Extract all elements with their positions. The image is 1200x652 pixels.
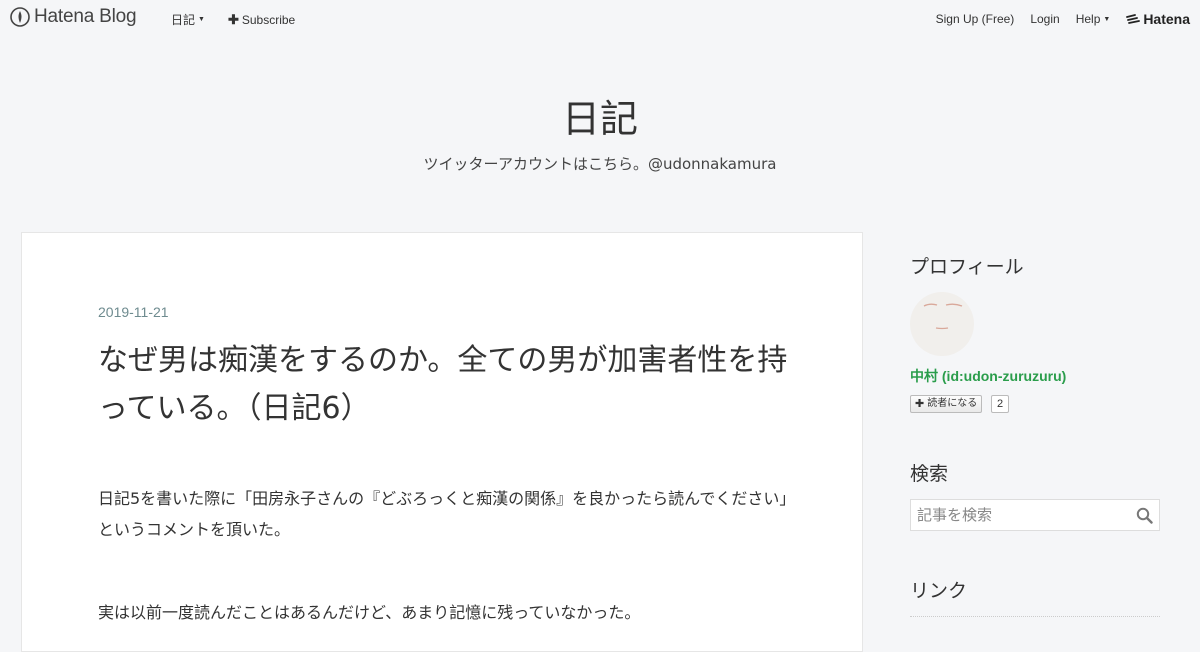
subscribe-label: Subscribe — [241, 12, 296, 27]
article-date[interactable]: 2019-11-21 — [98, 304, 169, 320]
article-card: 2019-11-21 なぜ男は痴漢をするのか。全ての男が加害者性を持っている。（… — [21, 232, 863, 652]
blog-menu-label: 日記 — [171, 13, 196, 27]
divider — [910, 616, 1160, 617]
profile-heading: プロフィール — [910, 256, 1024, 278]
search-box — [910, 499, 1160, 531]
links-heading: リンク — [910, 580, 968, 602]
caret-down-icon: ▼ — [198, 16, 205, 23]
hatena-blog-logo-icon — [10, 7, 30, 27]
article-paragraph: 日記5を書いた際に「田房永子さんの『どぶろっくと痴漢の関係』を良かったら読んでく… — [98, 489, 796, 539]
hatena-brand-label: Hatena — [1143, 11, 1190, 27]
search-input[interactable] — [911, 500, 1143, 530]
subscribe-button[interactable]: ✚ 読者になる — [910, 395, 983, 413]
sidebar: プロフィール 中村 (id:udon-zuruzuru) ✚ 読者になる 2 検… — [892, 232, 1180, 630]
help-dropdown[interactable]: Help ▼ — [1076, 12, 1111, 26]
blog-description: ツイッターアカウントはこちら。@udonnakamura — [423, 155, 777, 173]
subscriber-count[interactable]: 2 — [991, 395, 1010, 413]
logo-text: Hatena Blog — [34, 6, 137, 27]
avatar-face-icon — [923, 303, 963, 330]
plus-icon: ✚ — [915, 397, 925, 410]
global-header: Hatena Blog 日記 ▼ ✚ Subscribe Sign Up (Fr… — [0, 0, 1200, 36]
hatena-blog-logo[interactable]: Hatena Blog — [10, 6, 137, 28]
article-title[interactable]: なぜ男は痴漢をするのか。全ての男が加害者性を持っている。（日記6） — [98, 337, 798, 433]
signup-link[interactable]: Sign Up (Free) — [936, 12, 1015, 26]
blog-menu-dropdown[interactable]: 日記 ▼ — [171, 11, 205, 28]
caret-down-icon: ▼ — [1103, 15, 1111, 23]
hatena-brand-icon — [1126, 14, 1141, 24]
hatena-brand-link[interactable]: Hatena — [1126, 11, 1190, 27]
blog-title[interactable]: 日記 — [0, 88, 1200, 143]
plus-icon: ✚ — [227, 11, 239, 27]
search-heading: 検索 — [910, 463, 949, 485]
profile-name-link[interactable]: 中村 (id:udon-zuruzuru) — [910, 366, 1066, 386]
help-label: Help — [1075, 12, 1101, 26]
avatar[interactable] — [910, 292, 974, 356]
subscribe-link[interactable]: ✚ Subscribe — [228, 11, 295, 28]
search-icon[interactable] — [1136, 507, 1153, 524]
login-link[interactable]: Login — [1030, 12, 1059, 26]
article-paragraph: 実は以前一度読んだことはあるんだけど、あまり記憶に残っていなかった。 — [98, 603, 641, 622]
subscribe-button-label: 読者になる — [927, 398, 978, 409]
